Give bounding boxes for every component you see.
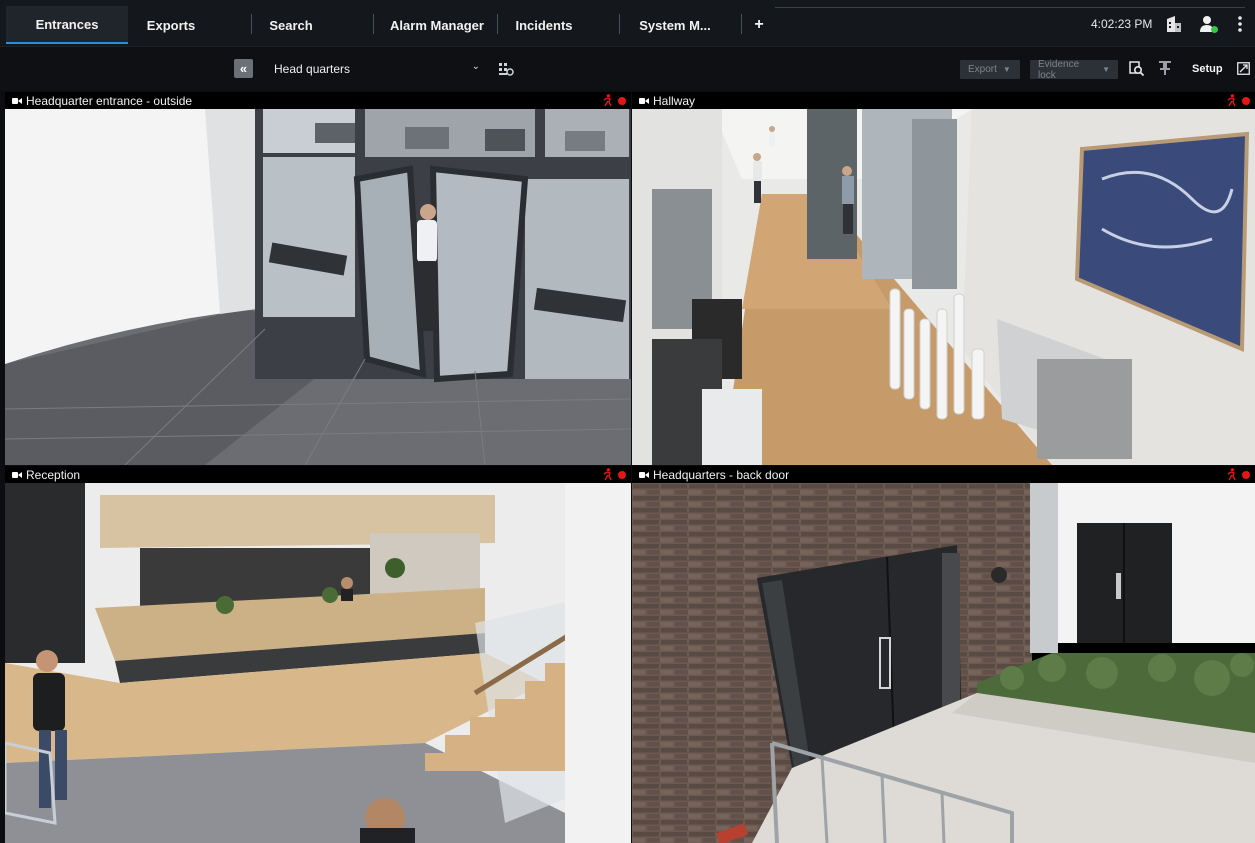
tab-label: Search — [269, 17, 313, 33]
camera-header: Reception — [5, 466, 631, 483]
setup-button[interactable]: Setup — [1192, 63, 1223, 75]
camera-video-feed[interactable] — [5, 109, 631, 465]
camera-tile-back-door[interactable]: Headquarters - back door — [632, 466, 1255, 843]
camera-header: Hallway — [632, 92, 1255, 109]
search-sequence-icon[interactable] — [1128, 60, 1146, 78]
view-toolbar: « Head quarters ⌄ Export ▼ Evidence lock… — [0, 46, 1255, 91]
user-status-icon[interactable] — [1198, 13, 1220, 35]
camera-tile-reception[interactable]: Reception — [5, 466, 631, 843]
camera-title: Headquarters - back door — [653, 467, 790, 482]
chevron-down-icon: ▼ — [1102, 65, 1110, 74]
double-chevron-left-icon[interactable]: « — [234, 59, 253, 78]
tab-label: Entrances — [35, 16, 99, 32]
tab-separator — [741, 14, 742, 34]
building-icon[interactable] — [1164, 14, 1184, 34]
camera-icon — [12, 97, 22, 105]
camera-tile-hallway[interactable]: Hallway — [632, 92, 1255, 465]
export-button[interactable]: Export ▼ — [960, 60, 1020, 79]
tab-label: System M... — [639, 17, 711, 33]
tab-entrances[interactable]: Entrances — [6, 6, 128, 44]
fullscreen-icon[interactable] — [1236, 61, 1250, 75]
pin-icon[interactable] — [1156, 59, 1174, 77]
tab-label: Incidents — [515, 17, 573, 33]
tab-separator — [251, 14, 252, 34]
tab-system-monitor[interactable]: System M... — [625, 6, 725, 44]
recording-indicator — [1242, 471, 1250, 479]
more-menu-icon[interactable] — [1232, 14, 1248, 34]
motion-icon — [603, 94, 612, 107]
camera-header: Headquarter entrance - outside — [5, 92, 631, 109]
chevron-down-icon: ▼ — [1002, 65, 1011, 74]
tab-separator — [373, 14, 374, 34]
camera-title: Reception — [26, 467, 81, 482]
camera-tile-headquarter-entrance[interactable]: Headquarter entrance - outside — [5, 92, 631, 465]
evidence-lock-button[interactable]: Evidence lock ▼ — [1030, 58, 1118, 81]
tab-label: Exports — [146, 17, 196, 33]
add-tab-button[interactable]: + — [748, 6, 770, 44]
plus-icon: + — [754, 16, 764, 33]
camera-video-feed[interactable] — [5, 483, 631, 843]
tab-search[interactable]: Search — [254, 6, 328, 44]
camera-title: Headquarter entrance - outside — [26, 93, 193, 108]
setup-label: Setup — [1192, 63, 1223, 75]
tab-incidents[interactable]: Incidents — [500, 6, 588, 44]
camera-icon — [639, 97, 649, 105]
recording-indicator — [1242, 97, 1250, 105]
camera-video-feed[interactable] — [632, 109, 1255, 465]
motion-icon — [603, 468, 612, 481]
view-selector[interactable]: Head quarters ⌄ — [268, 59, 488, 79]
tab-alarm-manager[interactable]: Alarm Manager — [378, 6, 496, 44]
camera-title: Hallway — [653, 93, 696, 108]
workspace-tab-bar: Entrances Exports Search Alarm Manager I… — [0, 0, 1255, 46]
tab-separator — [619, 14, 620, 34]
tab-exports[interactable]: Exports — [128, 6, 214, 44]
tab-label: Alarm Manager — [390, 17, 484, 33]
evidence-lock-label: Evidence lock — [1038, 58, 1080, 81]
camera-header: Headquarters - back door — [632, 466, 1255, 483]
camera-video-feed[interactable] — [632, 483, 1255, 843]
camera-icon — [639, 471, 649, 479]
recording-indicator — [618, 97, 626, 105]
tab-separator — [497, 14, 498, 34]
clock: 4:02:23 PM — [1091, 17, 1153, 31]
motion-icon — [1227, 468, 1236, 481]
chevron-down-icon: ⌄ — [471, 61, 480, 72]
recording-indicator — [618, 471, 626, 479]
camera-icon — [12, 471, 22, 479]
export-label: Export — [968, 64, 997, 75]
view-settings-icon[interactable] — [497, 60, 515, 78]
view-selected-label: Head quarters — [274, 62, 351, 76]
motion-icon — [1227, 94, 1236, 107]
tab-bar-top-line — [775, 7, 1245, 8]
